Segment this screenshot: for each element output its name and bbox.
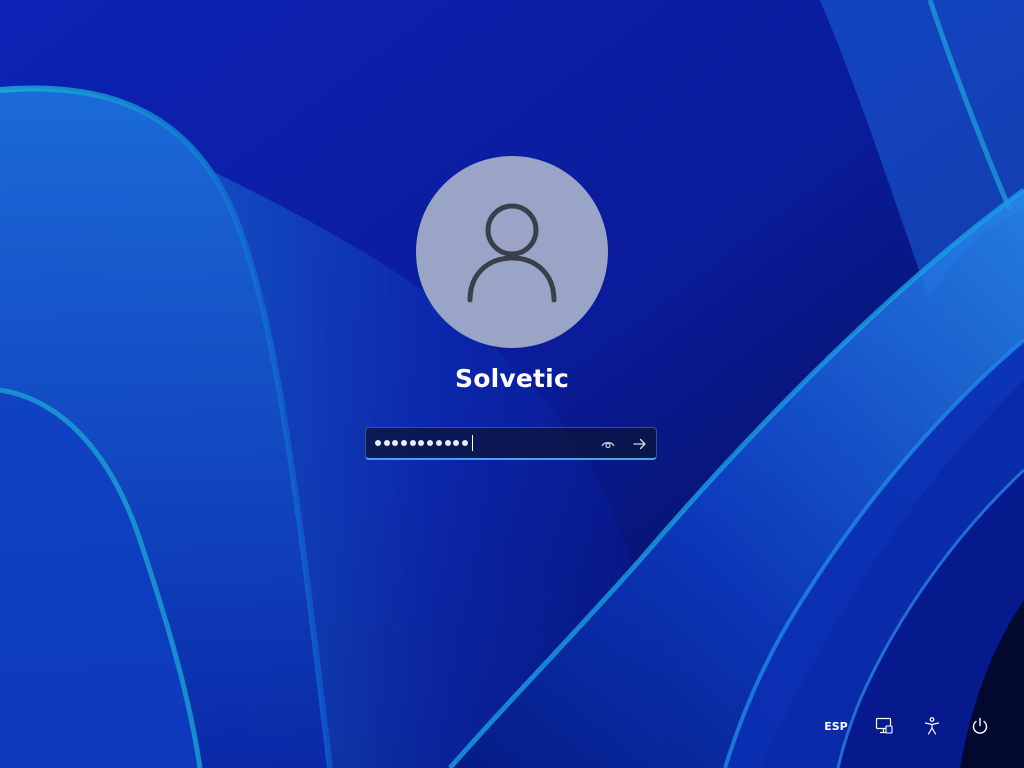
- arrow-right-icon: [633, 438, 646, 450]
- lock-screen: Solvetic ••••••••••• ESP: [0, 0, 1024, 768]
- network-icon: [875, 717, 893, 734]
- password-dot: [401, 440, 408, 446]
- password-dot: [375, 440, 381, 446]
- password-dot: [409, 440, 416, 446]
- eye-icon: [601, 442, 615, 449]
- password-masked-value[interactable]: [375, 435, 473, 451]
- power-icon: [972, 717, 988, 734]
- user-name: Solvetic: [455, 364, 569, 393]
- submit-arrow-button[interactable]: [630, 434, 650, 454]
- accessibility-button[interactable]: [918, 706, 946, 746]
- text-caret: [471, 435, 473, 451]
- password-dot: [444, 440, 451, 446]
- user-avatar: [416, 156, 608, 348]
- password-field[interactable]: •••••••••••: [365, 427, 657, 460]
- password-dot: [461, 440, 468, 446]
- network-button[interactable]: [870, 706, 898, 746]
- user-silhouette-icon: [467, 203, 557, 303]
- power-button[interactable]: [962, 706, 998, 746]
- password-dot: [418, 440, 425, 446]
- reveal-password-button[interactable]: [598, 434, 618, 454]
- password-dot: [435, 440, 442, 446]
- accessibility-icon: [924, 717, 940, 735]
- language-indicator[interactable]: ESP: [816, 706, 856, 746]
- password-dot: [392, 440, 399, 446]
- password-dot: [453, 440, 460, 446]
- password-dot: [383, 440, 390, 446]
- password-dot: [427, 440, 434, 446]
